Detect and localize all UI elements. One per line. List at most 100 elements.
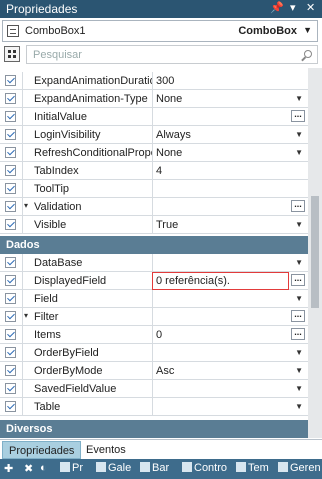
- dropdown-arrow-icon[interactable]: ▼: [295, 366, 303, 375]
- object-selector[interactable]: ComboBox1 ComboBox ▼: [2, 20, 318, 42]
- pin-icon[interactable]: 📌: [270, 1, 284, 14]
- property-row-expandanimation-type[interactable]: ExpandAnimation-Type None ▼: [0, 90, 308, 108]
- property-label: Items: [34, 329, 61, 341]
- property-row-orderbymode[interactable]: OrderByMode Asc ▼: [0, 362, 308, 380]
- ellipsis-button[interactable]: ...: [291, 200, 305, 212]
- property-label: LoginVisibility: [34, 129, 101, 141]
- dropdown-arrow-icon[interactable]: ▼: [295, 294, 303, 303]
- checkbox[interactable]: [5, 365, 16, 376]
- checkbox[interactable]: [5, 401, 16, 412]
- property-row-tabindex[interactable]: TabIndex 4: [0, 162, 308, 180]
- add-icon[interactable]: ✚: [4, 462, 13, 476]
- scrollbar-thumb[interactable]: [311, 196, 319, 308]
- taskbar-item-bar[interactable]: Bar: [140, 462, 169, 476]
- checkbox[interactable]: [5, 111, 16, 122]
- checkbox[interactable]: [5, 147, 16, 158]
- dropdown-arrow-icon[interactable]: ▼: [295, 384, 303, 393]
- property-row-field[interactable]: Field ▼: [0, 290, 308, 308]
- property-value[interactable]: None: [156, 147, 182, 159]
- checkbox[interactable]: [5, 293, 16, 304]
- checkbox[interactable]: [5, 275, 16, 286]
- checkbox[interactable]: [5, 129, 16, 140]
- property-label: InitialValue: [34, 111, 87, 123]
- expand-arrow-icon[interactable]: ▾: [24, 201, 28, 210]
- checkbox[interactable]: [5, 201, 16, 212]
- chevron-down-icon[interactable]: ▼: [303, 25, 312, 35]
- ellipsis-button[interactable]: ...: [291, 110, 305, 122]
- property-row-loginvisibility[interactable]: LoginVisibility Always ▼: [0, 126, 308, 144]
- section-header-diversos[interactable]: Diversos: [0, 420, 308, 438]
- ellipsis-button[interactable]: ...: [291, 328, 305, 340]
- property-row-tooltip[interactable]: ToolTip: [0, 180, 308, 198]
- property-row-items[interactable]: Items 0 ...: [0, 326, 308, 344]
- property-value[interactable]: 0 referência(s).: [156, 275, 230, 287]
- docked-panels-taskbar: ✚ ✖ ◐ Pr Gale Bar Contro Tem Geren: [0, 459, 322, 479]
- dropdown-arrow-icon[interactable]: ▼: [295, 94, 303, 103]
- dropdown-arrow-icon[interactable]: ▼: [295, 402, 303, 411]
- property-label: DisplayedField: [34, 275, 107, 287]
- property-label: Filter: [34, 311, 59, 323]
- checkbox[interactable]: [5, 183, 16, 194]
- property-row-expandanimationduration[interactable]: ExpandAnimationDuration 300: [0, 72, 308, 90]
- section-title: Diversos: [6, 423, 53, 435]
- taskbar-item-manager[interactable]: Geren: [278, 462, 321, 476]
- property-label: ToolTip: [34, 183, 70, 195]
- checkbox[interactable]: [5, 165, 16, 176]
- property-label: ExpandAnimation-Type: [34, 93, 148, 105]
- checkbox[interactable]: [5, 329, 16, 340]
- property-value[interactable]: Asc: [156, 365, 174, 377]
- ellipsis-button[interactable]: ...: [291, 310, 305, 322]
- property-row-table[interactable]: Table ▼: [0, 398, 308, 416]
- property-row-displayedfield[interactable]: DisplayedField 0 referência(s). ...: [0, 272, 308, 290]
- expand-arrow-icon[interactable]: ▾: [24, 311, 28, 320]
- dropdown-arrow-icon[interactable]: ▼: [295, 348, 303, 357]
- close-icon[interactable]: ✕: [306, 1, 315, 14]
- checkbox[interactable]: [5, 311, 16, 322]
- dropdown-arrow-icon[interactable]: ▼: [295, 258, 303, 267]
- search-icon[interactable]: [304, 50, 312, 58]
- title-bar: Propriedades 📌 ▾ ✕: [0, 0, 322, 18]
- property-row-savedfieldvalue[interactable]: SavedFieldValue ▼: [0, 380, 308, 398]
- vertical-scrollbar[interactable]: [308, 68, 322, 438]
- section-header-dados[interactable]: Dados: [0, 236, 308, 254]
- property-row-initialvalue[interactable]: InitialValue ...: [0, 108, 308, 126]
- window-title: Propriedades: [6, 2, 78, 16]
- property-value[interactable]: True: [156, 219, 178, 231]
- property-label: Field: [34, 293, 58, 305]
- property-value[interactable]: None: [156, 93, 182, 105]
- categorized-view-icon[interactable]: [4, 46, 20, 62]
- checkbox[interactable]: [5, 347, 16, 358]
- taskbar-item-properties[interactable]: Pr: [60, 462, 83, 476]
- property-row-validation[interactable]: ▾ Validation ...: [0, 198, 308, 216]
- dropdown-arrow-icon[interactable]: ▼: [295, 220, 303, 229]
- property-label: TabIndex: [34, 165, 79, 177]
- tab-eventos[interactable]: Eventos: [80, 441, 132, 459]
- checkbox[interactable]: [5, 257, 16, 268]
- ellipsis-button[interactable]: ...: [291, 274, 305, 286]
- property-label: Visible: [34, 219, 67, 231]
- property-value[interactable]: 0: [156, 329, 162, 341]
- checkbox[interactable]: [5, 93, 16, 104]
- property-row-orderbyfield[interactable]: OrderByField ▼: [0, 344, 308, 362]
- checkbox[interactable]: [5, 75, 16, 86]
- search-input[interactable]: [26, 45, 318, 64]
- tab-propriedades[interactable]: Propriedades: [2, 441, 82, 459]
- property-row-visible[interactable]: Visible True ▼: [0, 216, 308, 234]
- dropdown-arrow-icon[interactable]: ▼: [295, 148, 303, 157]
- taskbar-item-controls[interactable]: Contro: [182, 462, 227, 476]
- property-row-database[interactable]: DataBase ▼: [0, 254, 308, 272]
- property-label: ExpandAnimationDuration: [34, 75, 152, 87]
- property-value[interactable]: Always: [156, 129, 191, 141]
- property-row-refreshconditionalproperties[interactable]: RefreshConditionalPropertie None ▼: [0, 144, 308, 162]
- taskbar-item-gallery[interactable]: Gale: [96, 462, 131, 476]
- globe-icon[interactable]: ◐: [40, 462, 47, 476]
- taskbar-item-templates[interactable]: Tem: [236, 462, 269, 476]
- checkbox[interactable]: [5, 219, 16, 230]
- chevron-down-icon[interactable]: ▾: [290, 1, 296, 14]
- tools-icon[interactable]: ✖: [24, 462, 33, 476]
- property-value[interactable]: 4: [156, 165, 162, 177]
- checkbox[interactable]: [5, 383, 16, 394]
- property-row-filter[interactable]: ▾ Filter ...: [0, 308, 308, 326]
- property-value[interactable]: 300: [156, 75, 174, 87]
- dropdown-arrow-icon[interactable]: ▼: [295, 130, 303, 139]
